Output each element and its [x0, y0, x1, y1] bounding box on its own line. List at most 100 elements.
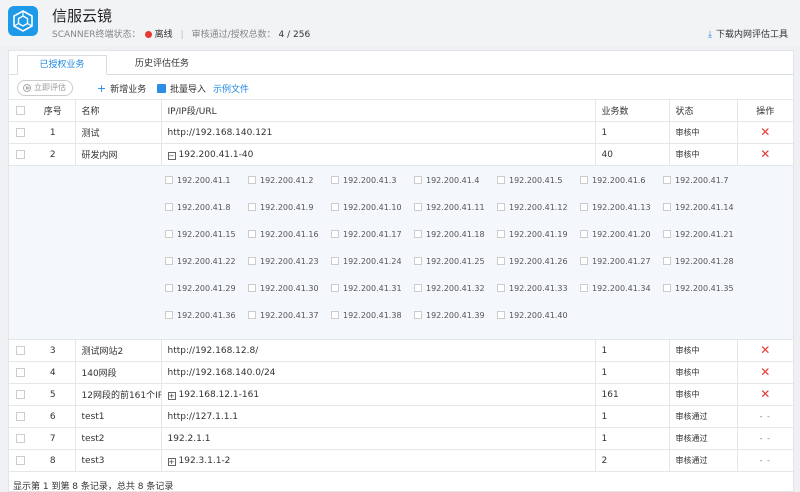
ip-checkbox[interactable]	[331, 230, 339, 238]
ip-checkbox[interactable]	[331, 176, 339, 184]
ip-item[interactable]: 192.200.41.3	[331, 176, 414, 192]
tab-authorized-business[interactable]: 已授权业务	[17, 55, 107, 75]
delete-icon[interactable]: ✕	[760, 343, 770, 357]
ip-checkbox[interactable]	[414, 284, 422, 292]
ip-item[interactable]: 192.200.41.36	[165, 311, 248, 327]
ip-item[interactable]: 192.200.41.1	[165, 176, 248, 192]
ip-checkbox[interactable]	[497, 284, 505, 292]
ip-checkbox[interactable]	[331, 311, 339, 319]
ip-item[interactable]: 192.200.41.28	[663, 257, 746, 273]
row-checkbox[interactable]	[15, 389, 25, 399]
ip-item[interactable]: 192.200.41.8	[165, 203, 248, 219]
delete-icon[interactable]: ✕	[760, 365, 770, 379]
delete-icon[interactable]: ✕	[760, 147, 770, 161]
ip-item[interactable]: 192.200.41.32	[414, 284, 497, 300]
ip-item[interactable]: 192.200.41.14	[663, 203, 746, 219]
ip-checkbox[interactable]	[248, 311, 256, 319]
ip-item[interactable]: 192.200.41.23	[248, 257, 331, 273]
expand-icon[interactable]: +	[167, 457, 176, 466]
ip-checkbox[interactable]	[663, 257, 671, 265]
ip-item[interactable]: 192.200.41.11	[414, 203, 497, 219]
ip-item[interactable]: 192.200.41.4	[414, 176, 497, 192]
download-tool-link[interactable]: ⤓ 下载内网评估工具	[708, 27, 788, 40]
ip-checkbox[interactable]	[248, 284, 256, 292]
row-checkbox[interactable]	[15, 433, 25, 443]
ip-checkbox[interactable]	[497, 176, 505, 184]
ip-item[interactable]: 192.200.41.10	[331, 203, 414, 219]
ip-checkbox[interactable]	[663, 284, 671, 292]
row-checkbox[interactable]	[15, 127, 25, 137]
ip-checkbox[interactable]	[580, 284, 588, 292]
ip-checkbox[interactable]	[165, 311, 173, 319]
ip-checkbox[interactable]	[414, 230, 422, 238]
delete-icon[interactable]: ✕	[760, 387, 770, 401]
ip-item[interactable]: 192.200.41.16	[248, 230, 331, 246]
ip-checkbox[interactable]	[165, 257, 173, 265]
ip-checkbox[interactable]	[497, 257, 505, 265]
ip-item[interactable]: 192.200.41.18	[414, 230, 497, 246]
ip-item[interactable]: 192.200.41.40	[497, 311, 580, 327]
ip-item[interactable]: 192.200.41.39	[414, 311, 497, 327]
ip-item[interactable]: 192.200.41.5	[497, 176, 580, 192]
ip-item[interactable]: 192.200.41.25	[414, 257, 497, 273]
ip-checkbox[interactable]	[414, 257, 422, 265]
row-checkbox[interactable]	[15, 345, 25, 355]
ip-checkbox[interactable]	[331, 203, 339, 211]
row-checkbox[interactable]	[15, 367, 25, 377]
ip-item[interactable]: 192.200.41.15	[165, 230, 248, 246]
ip-item[interactable]: 192.200.41.9	[248, 203, 331, 219]
ip-checkbox[interactable]	[580, 257, 588, 265]
ip-item[interactable]: 192.200.41.37	[248, 311, 331, 327]
ip-item[interactable]: 192.200.41.35	[663, 284, 746, 300]
ip-item[interactable]: 192.200.41.13	[580, 203, 663, 219]
ip-checkbox[interactable]	[497, 311, 505, 319]
ip-checkbox[interactable]	[663, 230, 671, 238]
ip-item[interactable]: 192.200.41.12	[497, 203, 580, 219]
ip-checkbox[interactable]	[165, 176, 173, 184]
ip-checkbox[interactable]	[580, 203, 588, 211]
ip-checkbox[interactable]	[580, 230, 588, 238]
tab-history-tasks[interactable]: 历史评估任务	[117, 55, 207, 75]
ip-item[interactable]: 192.200.41.21	[663, 230, 746, 246]
ip-checkbox[interactable]	[248, 176, 256, 184]
ip-item[interactable]: 192.200.41.20	[580, 230, 663, 246]
ip-checkbox[interactable]	[663, 203, 671, 211]
ip-item[interactable]: 192.200.41.31	[331, 284, 414, 300]
batch-import-button[interactable]: 批量导入	[157, 82, 206, 95]
row-checkbox[interactable]	[15, 149, 25, 159]
ip-item[interactable]: 192.200.41.27	[580, 257, 663, 273]
ip-checkbox[interactable]	[248, 203, 256, 211]
ip-item[interactable]: 192.200.41.6	[580, 176, 663, 192]
ip-checkbox[interactable]	[248, 257, 256, 265]
ip-checkbox[interactable]	[165, 203, 173, 211]
collapse-icon[interactable]: −	[167, 151, 176, 160]
evaluate-now-button[interactable]: 立即评估	[17, 80, 73, 96]
add-business-button[interactable]: + 新增业务	[97, 82, 146, 95]
sample-file-link[interactable]: 示例文件	[213, 82, 249, 95]
row-checkbox[interactable]	[15, 411, 25, 421]
ip-checkbox[interactable]	[331, 257, 339, 265]
ip-item[interactable]: 192.200.41.7	[663, 176, 746, 192]
ip-item[interactable]: 192.200.41.29	[165, 284, 248, 300]
ip-checkbox[interactable]	[165, 284, 173, 292]
select-all-checkbox[interactable]	[15, 105, 25, 115]
ip-item[interactable]: 192.200.41.38	[331, 311, 414, 327]
ip-item[interactable]: 192.200.41.17	[331, 230, 414, 246]
ip-item[interactable]: 192.200.41.30	[248, 284, 331, 300]
ip-checkbox[interactable]	[165, 230, 173, 238]
ip-checkbox[interactable]	[414, 203, 422, 211]
ip-item[interactable]: 192.200.41.22	[165, 257, 248, 273]
ip-item[interactable]: 192.200.41.24	[331, 257, 414, 273]
ip-item[interactable]: 192.200.41.2	[248, 176, 331, 192]
ip-checkbox[interactable]	[663, 176, 671, 184]
ip-item[interactable]: 192.200.41.33	[497, 284, 580, 300]
ip-item[interactable]: 192.200.41.19	[497, 230, 580, 246]
ip-checkbox[interactable]	[414, 311, 422, 319]
ip-checkbox[interactable]	[331, 284, 339, 292]
ip-item[interactable]: 192.200.41.34	[580, 284, 663, 300]
row-checkbox[interactable]	[15, 455, 25, 465]
ip-checkbox[interactable]	[497, 230, 505, 238]
ip-checkbox[interactable]	[497, 203, 505, 211]
ip-item[interactable]: 192.200.41.26	[497, 257, 580, 273]
ip-checkbox[interactable]	[414, 176, 422, 184]
